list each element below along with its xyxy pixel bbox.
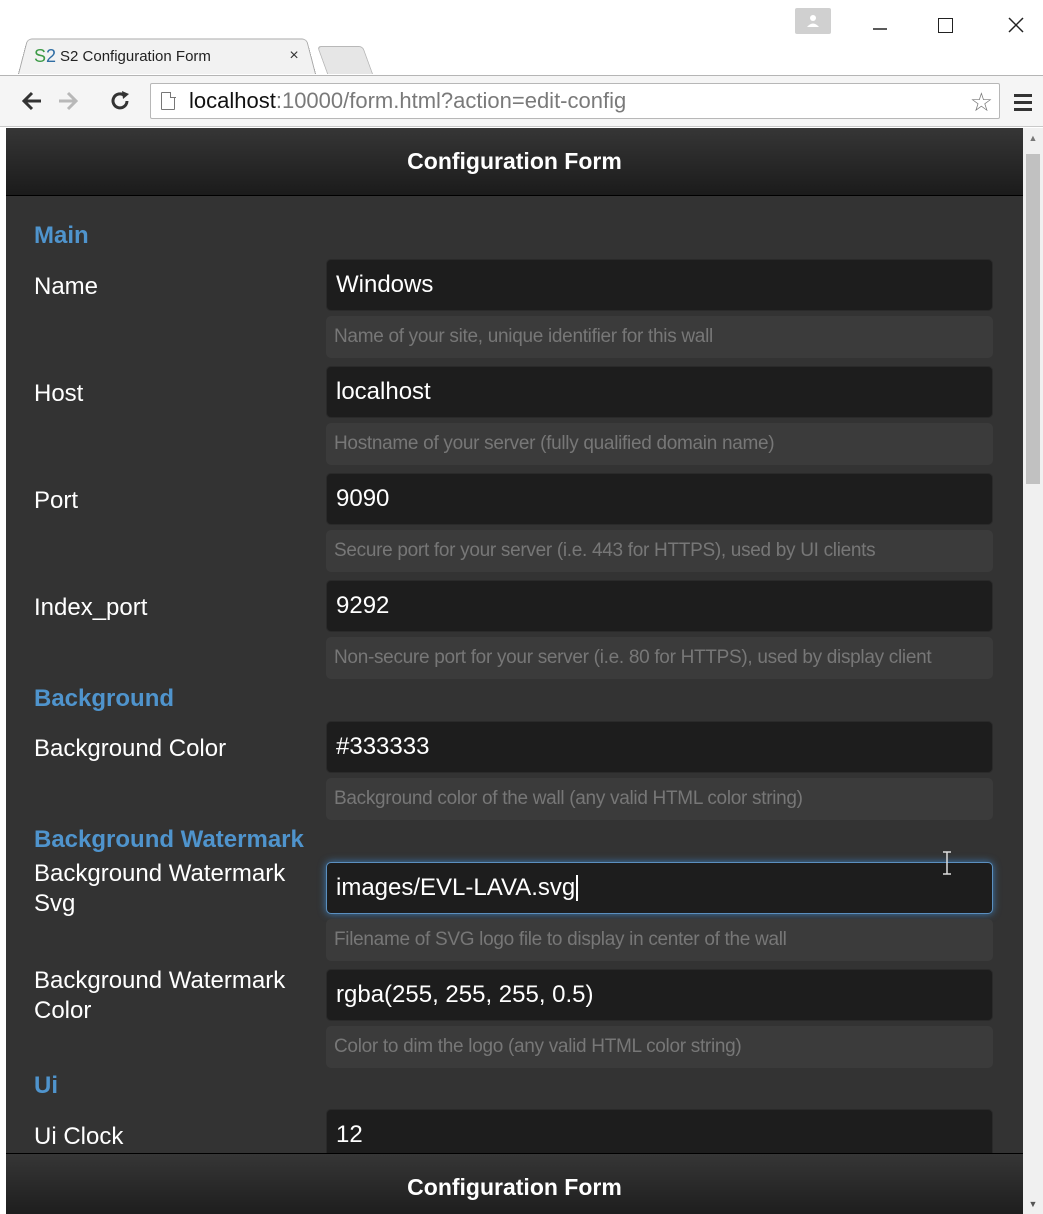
section-title-main: Main [34,222,89,249]
back-arrow-icon[interactable] [16,84,48,118]
section-title-ui: Ui [34,1072,58,1099]
user-profile-icon[interactable] [795,8,831,34]
watermark-svg-value: images/EVL-LAVA.svg [336,874,576,901]
page-header: Configuration Form [6,128,1023,196]
field-label-ui-clock: Ui Clock [34,1123,124,1150]
window-close-button[interactable] [996,10,1036,40]
watermark-color-input[interactable]: rgba(255, 255, 255, 0.5) [326,969,993,1021]
field-label-background-color: Background Color [34,735,227,762]
background-color-input[interactable]: #333333 [326,721,993,773]
browser-tab-content[interactable]: S2 S2 Configuration Form × [34,42,304,70]
scroll-thumb[interactable] [1026,154,1040,484]
window-maximize-button[interactable] [925,10,965,40]
watermark-svg-help: Filename of SVG logo file to display in … [326,919,993,961]
watermark-svg-input[interactable]: images/EVL-LAVA.svg [326,862,993,914]
reload-icon[interactable] [104,84,136,118]
index-port-help: Non-secure port for your server (i.e. 80… [326,637,993,679]
forward-arrow-icon[interactable] [52,84,84,118]
field-label-watermark-color: Background Watermark Color [34,967,286,1024]
page-footer: Configuration Form [6,1153,1023,1214]
site-favicon-icon: S2 [34,45,57,66]
field-label-index-port: Index_port [34,594,148,621]
address-bar[interactable]: localhost:10000/form.html?action=edit-co… [150,83,1000,119]
browser-titlebar: S2 S2 Configuration Form × [0,0,1043,75]
background-color-help: Background color of the wall (any valid … [326,778,993,820]
host-input[interactable]: localhost [326,366,993,418]
tab-title: S2 Configuration Form [60,47,211,65]
field-label-host: Host [34,380,84,407]
port-help: Secure port for your server (i.e. 443 fo… [326,530,993,572]
text-cursor-icon [940,850,954,876]
host-help: Hostname of your server (fully qualified… [326,423,993,465]
maximize-icon [937,17,953,33]
index-port-input[interactable]: 9292 [326,580,993,632]
field-label-name: Name [34,273,99,300]
page-scrollbar[interactable]: ▲ ▼ [1023,128,1043,1214]
name-help: Name of your site, unique identifier for… [326,316,993,358]
text-caret [576,875,578,901]
scroll-down-arrow-icon[interactable]: ▼ [1023,1194,1043,1214]
url-text: localhost:10000/form.html?action=edit-co… [189,88,627,113]
field-label-port: Port [34,487,79,514]
hamburger-menu-icon[interactable] [1008,88,1038,116]
tab-close-icon[interactable]: × [284,47,304,65]
watermark-color-help: Color to dim the logo (any valid HTML co… [326,1026,993,1068]
name-input[interactable]: Windows [326,259,993,311]
window-minimize-button[interactable] [860,10,900,40]
new-tab-button[interactable] [316,46,374,74]
page-viewport: Configuration Form Main Name Windows Nam… [6,128,1023,1214]
star-icon[interactable]: ☆ [970,87,993,118]
page-icon [161,91,176,110]
field-label-watermark-svg: Background Watermark Svg [34,860,286,917]
section-title-watermark: Background Watermark [34,826,304,853]
port-input[interactable]: 9090 [326,473,993,525]
browser-toolbar: localhost:10000/form.html?action=edit-co… [0,75,1043,127]
scroll-up-arrow-icon[interactable]: ▲ [1023,128,1043,148]
section-title-background: Background [34,685,175,712]
